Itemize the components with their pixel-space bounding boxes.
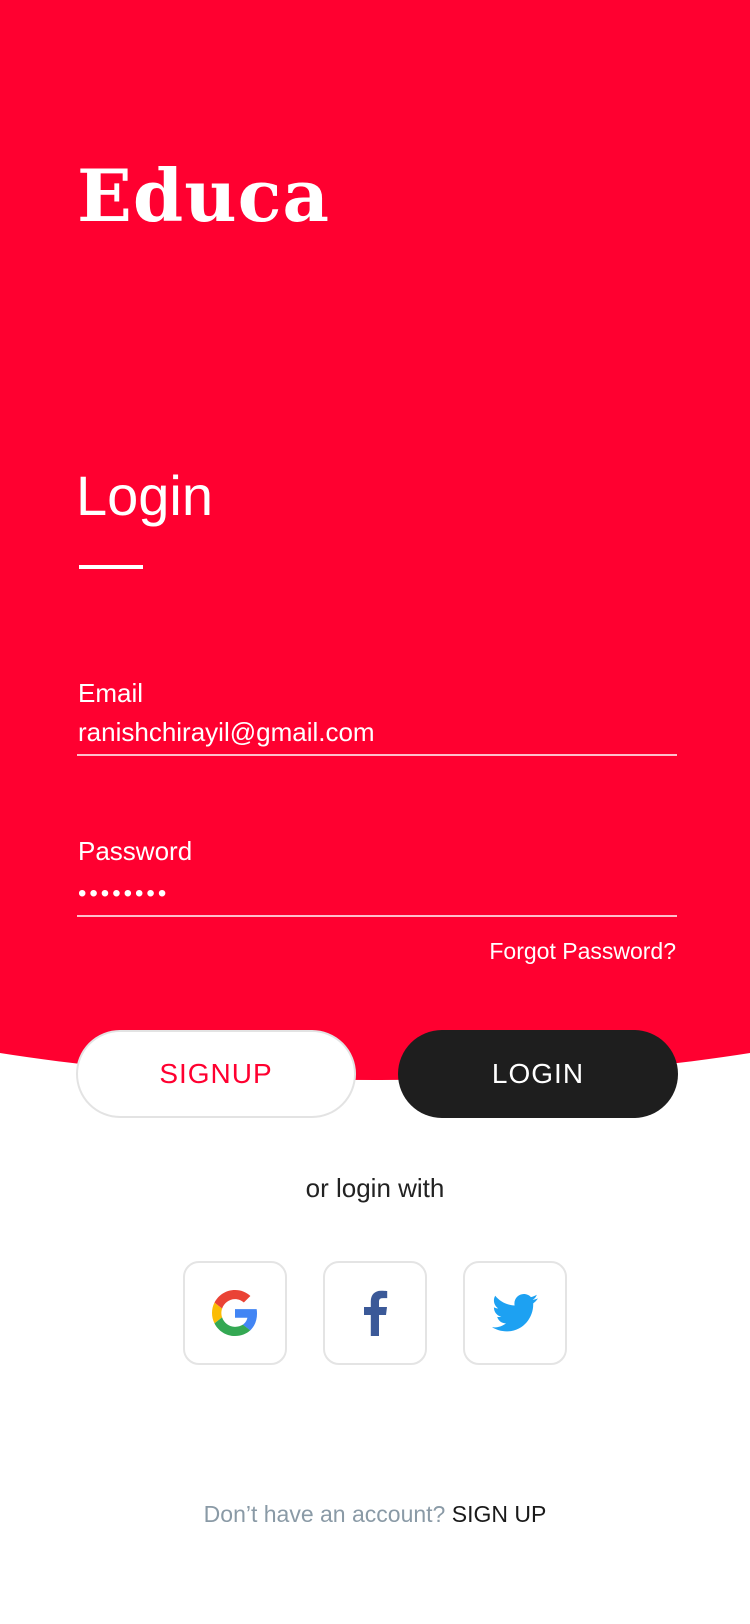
login-screen: Educa Login Email Password Forgot Passwo… (0, 0, 750, 1624)
twitter-icon (492, 1294, 538, 1332)
login-button[interactable]: LOGIN (398, 1030, 678, 1118)
signup-prompt-text: Don’t have an account? (203, 1501, 446, 1527)
title-underline (79, 565, 143, 569)
password-underline (77, 915, 677, 917)
facebook-icon (364, 1290, 388, 1336)
facebook-login-button[interactable] (323, 1261, 427, 1365)
signup-button[interactable]: SIGNUP (76, 1030, 356, 1118)
social-divider-text: or login with (305, 1173, 445, 1203)
email-underline (77, 754, 677, 756)
app-logo: Educa (77, 153, 331, 238)
email-field[interactable] (78, 714, 676, 750)
signup-link[interactable]: SIGN UP (452, 1501, 547, 1527)
signup-prompt: Don’t have an account? SIGN UP (0, 1503, 750, 1526)
twitter-login-button[interactable] (463, 1261, 567, 1365)
email-label: Email (78, 678, 144, 708)
forgot-password-link[interactable]: Forgot Password? (489, 940, 676, 963)
password-label: Password (78, 836, 193, 866)
page-title: Login (76, 464, 214, 527)
google-icon (212, 1290, 258, 1336)
password-field[interactable] (78, 876, 676, 912)
google-login-button[interactable] (183, 1261, 287, 1365)
